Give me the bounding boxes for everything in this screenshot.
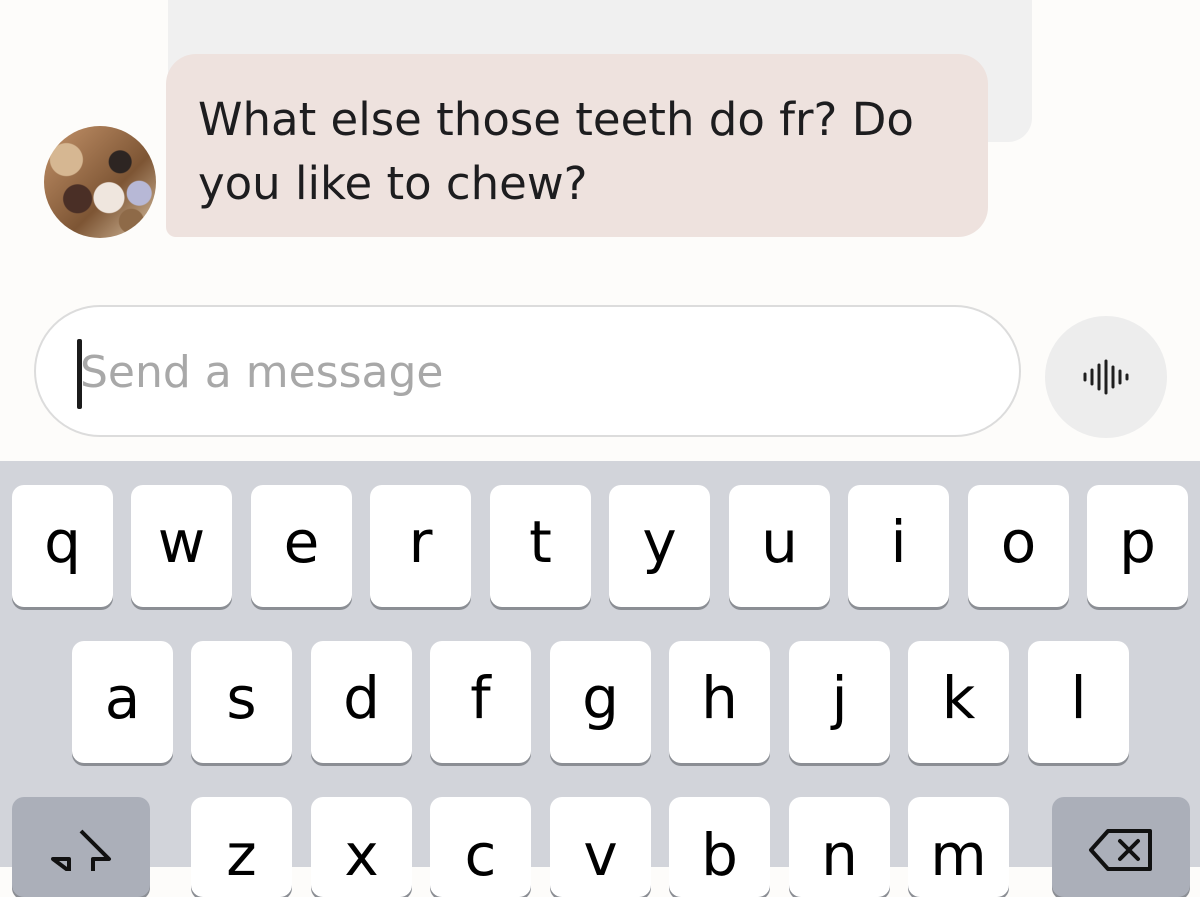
shift-key[interactable] xyxy=(12,797,150,897)
chat-area: What else those teeth do fr? Do you like… xyxy=(0,0,1200,240)
shift-arrow-icon xyxy=(51,829,111,871)
key-h[interactable]: h xyxy=(669,641,770,763)
key-u[interactable]: u xyxy=(729,485,830,607)
key-d[interactable]: d xyxy=(311,641,412,763)
message-composer[interactable] xyxy=(34,305,1021,437)
key-m[interactable]: m xyxy=(908,797,1009,897)
key-w[interactable]: w xyxy=(131,485,232,607)
key-n[interactable]: n xyxy=(789,797,890,897)
backspace-icon xyxy=(1089,829,1152,871)
key-s[interactable]: s xyxy=(191,641,292,763)
message-input[interactable] xyxy=(80,329,980,415)
key-z[interactable]: z xyxy=(191,797,292,897)
delete-key[interactable] xyxy=(1052,797,1190,897)
key-t[interactable]: t xyxy=(490,485,591,607)
incoming-message-text: What else those teeth do fr? Do you like… xyxy=(198,93,914,210)
key-f[interactable]: f xyxy=(430,641,531,763)
key-l[interactable]: l xyxy=(1028,641,1129,763)
key-c[interactable]: c xyxy=(430,797,531,897)
key-e[interactable]: e xyxy=(251,485,352,607)
voice-message-button[interactable] xyxy=(1045,316,1167,438)
key-q[interactable]: q xyxy=(12,485,113,607)
key-a[interactable]: a xyxy=(72,641,173,763)
incoming-message-bubble: What else those teeth do fr? Do you like… xyxy=(166,54,988,237)
key-o[interactable]: o xyxy=(968,485,1069,607)
key-g[interactable]: g xyxy=(550,641,651,763)
key-k[interactable]: k xyxy=(908,641,1009,763)
key-y[interactable]: y xyxy=(609,485,710,607)
key-p[interactable]: p xyxy=(1087,485,1188,607)
key-j[interactable]: j xyxy=(789,641,890,763)
on-screen-keyboard: q w e r t y u i o p a s d f g h j k l z … xyxy=(0,461,1200,897)
sender-avatar[interactable] xyxy=(44,126,156,238)
key-v[interactable]: v xyxy=(550,797,651,897)
audio-waveform-icon xyxy=(1083,359,1129,395)
key-i[interactable]: i xyxy=(848,485,949,607)
key-x[interactable]: x xyxy=(311,797,412,897)
key-b[interactable]: b xyxy=(669,797,770,897)
key-r[interactable]: r xyxy=(370,485,471,607)
